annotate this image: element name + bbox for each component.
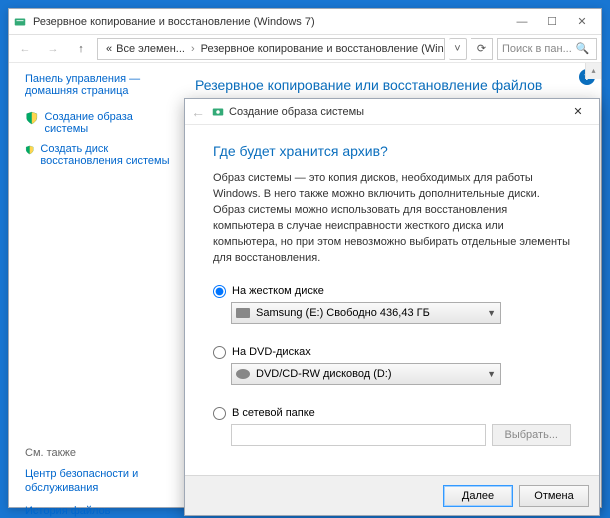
chevron-down-icon: ▼: [487, 308, 496, 318]
chevron-down-icon: ▼: [487, 369, 496, 379]
file-history-link[interactable]: История файлов: [25, 504, 175, 518]
nav-forward-button[interactable]: →: [41, 37, 65, 61]
refresh-button[interactable]: ⟳: [471, 38, 493, 60]
radio-network-label[interactable]: В сетевой папке: [232, 407, 315, 419]
network-path-input: [231, 424, 486, 446]
titlebar: Резервное копирование и восстановление (…: [9, 9, 601, 35]
dialog-titlebar: ← Создание образа системы ✕: [185, 99, 599, 125]
hard-disk-select[interactable]: Samsung (E:) Свободно 436,43 ГБ ▼: [231, 302, 501, 324]
shield-icon: [25, 143, 34, 157]
nav-back-button[interactable]: ←: [13, 37, 37, 61]
search-placeholder: Поиск в пан...: [502, 43, 572, 55]
dialog-close-button[interactable]: ✕: [563, 102, 593, 122]
hard-disk-selected: Samsung (E:) Свободно 436,43 ГБ: [256, 307, 481, 319]
create-system-image-dialog: ← Создание образа системы ✕ Где будет хр…: [184, 98, 600, 516]
see-also-label: См. также: [25, 447, 175, 459]
crumb-root: «: [106, 43, 112, 55]
minimize-button[interactable]: —: [507, 12, 537, 32]
next-button[interactable]: Далее: [443, 485, 513, 507]
chevron-right-icon: ›: [191, 43, 195, 55]
search-icon: 🔍: [576, 42, 590, 55]
dialog-description: Образ системы — это копия дисков, необхо…: [213, 171, 571, 267]
crumb-all[interactable]: Все элемен...: [116, 43, 185, 55]
breadcrumb[interactable]: « Все элемен... › Резервное копирование …: [97, 38, 445, 60]
addr-dropdown-button[interactable]: ˅: [449, 38, 467, 60]
drive-icon: [236, 308, 250, 318]
option-network: В сетевой папке Выбрать...: [213, 407, 571, 446]
option-hard-disk: На жестком диске Samsung (E:) Свободно 4…: [213, 285, 571, 324]
radio-dvd[interactable]: [213, 346, 226, 359]
sidebar-create-image-link[interactable]: Создание образа системы: [45, 111, 175, 135]
security-center-link[interactable]: Центр безопасности и обслуживания: [25, 467, 175, 496]
dvd-selected: DVD/CD-RW дисковод (D:): [256, 368, 481, 380]
sidebar-create-disc-link[interactable]: Создать диск восстановления системы: [40, 143, 175, 167]
browse-button: Выбрать...: [492, 424, 571, 446]
dialog-heading: Где будет хранится архив?: [213, 143, 571, 159]
dialog-title: Создание образа системы: [229, 106, 364, 118]
shield-icon: [25, 111, 39, 125]
scroll-up-button[interactable]: ▴: [585, 63, 601, 79]
crumb-current[interactable]: Резервное копирование и восстановление (…: [201, 43, 445, 55]
page-title: Резервное копирование или восстановление…: [195, 77, 589, 93]
close-button[interactable]: ✕: [567, 12, 597, 32]
nav-up-button[interactable]: ↑: [69, 37, 93, 61]
option-dvd: На DVD-дисках DVD/CD-RW дисковод (D:) ▼: [213, 346, 571, 385]
maximize-button[interactable]: ☐: [537, 12, 567, 32]
dialog-footer: Далее Отмена: [185, 475, 599, 515]
cancel-button[interactable]: Отмена: [519, 485, 589, 507]
radio-hard-disk[interactable]: [213, 285, 226, 298]
dvd-select[interactable]: DVD/CD-RW дисковод (D:) ▼: [231, 363, 501, 385]
radio-network[interactable]: [213, 407, 226, 420]
window-title: Резервное копирование и восстановление (…: [33, 16, 507, 28]
sidebar: Панель управления — домашняя страница Со…: [9, 63, 183, 507]
search-input[interactable]: Поиск в пан... 🔍: [497, 38, 597, 60]
backup-icon: [13, 15, 27, 29]
addressbar: ← → ↑ « Все элемен... › Резервное копиро…: [9, 35, 601, 63]
radio-hard-disk-label[interactable]: На жестком диске: [232, 285, 324, 297]
radio-dvd-label[interactable]: На DVD-дисках: [232, 346, 311, 358]
disc-icon: [236, 369, 250, 379]
control-panel-home-link[interactable]: Панель управления — домашняя страница: [25, 73, 175, 97]
dialog-back-button[interactable]: ←: [191, 104, 205, 120]
backup-icon: [211, 105, 225, 119]
